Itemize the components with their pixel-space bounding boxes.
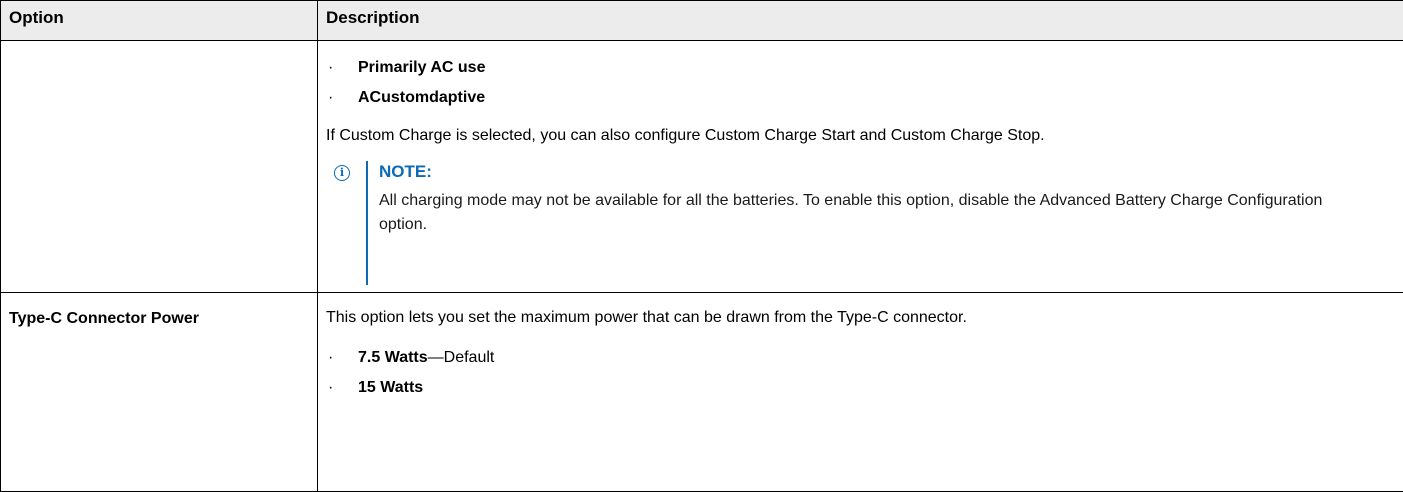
table-header-row: Option Description (1, 1, 1403, 41)
list-item-bold: Primarily AC use (358, 59, 485, 76)
option-intro: This option lets you set the maximum pow… (326, 307, 1395, 329)
list-item: · 7.5 Watts—Default (326, 345, 1395, 375)
option-cell: Type-C Connector Power (1, 293, 318, 492)
charge-mode-list: · Primarily AC use · ACustomdaptive (326, 55, 1395, 115)
note-title: NOTE: (379, 161, 432, 183)
table-row: · Primarily AC use · ACustomdaptive If C… (1, 41, 1403, 293)
option-name: Type-C Connector Power (1, 293, 317, 328)
custom-charge-paragraph: If Custom Charge is selected, you can al… (326, 125, 1395, 147)
description-cell: This option lets you set the maximum pow… (318, 293, 1403, 492)
bullet-glyph: · (328, 375, 333, 401)
option-cell (1, 41, 318, 293)
description-column-header: Description (318, 1, 1403, 41)
list-item-rest: —Default (428, 349, 495, 366)
note-callout: i NOTE: All charging mode may not be ava… (326, 161, 1395, 285)
description-cell: · Primarily AC use · ACustomdaptive If C… (318, 41, 1403, 293)
option-name (1, 41, 317, 58)
list-item-bold: 7.5 Watts (358, 349, 428, 366)
note-body: All charging mode may not be available f… (379, 189, 1339, 237)
list-item: · Primarily AC use (326, 55, 1395, 85)
list-item-bold: 15 Watts (358, 379, 423, 396)
power-level-list: · 7.5 Watts—Default · 15 Watts (326, 345, 1395, 405)
bios-options-table: Option Description · Primarily AC use · … (0, 0, 1403, 492)
list-item: · ACustomdaptive (326, 85, 1395, 115)
note-accent-bar (366, 161, 368, 285)
bullet-glyph: · (328, 85, 333, 111)
option-column-header: Option (1, 1, 318, 41)
table-row: Type-C Connector Power This option lets … (1, 293, 1403, 492)
bullet-glyph: · (328, 345, 333, 371)
list-item-bold: ACustomdaptive (358, 89, 485, 106)
list-item: · 15 Watts (326, 375, 1395, 405)
info-icon: i (334, 165, 350, 181)
bullet-glyph: · (328, 55, 333, 81)
